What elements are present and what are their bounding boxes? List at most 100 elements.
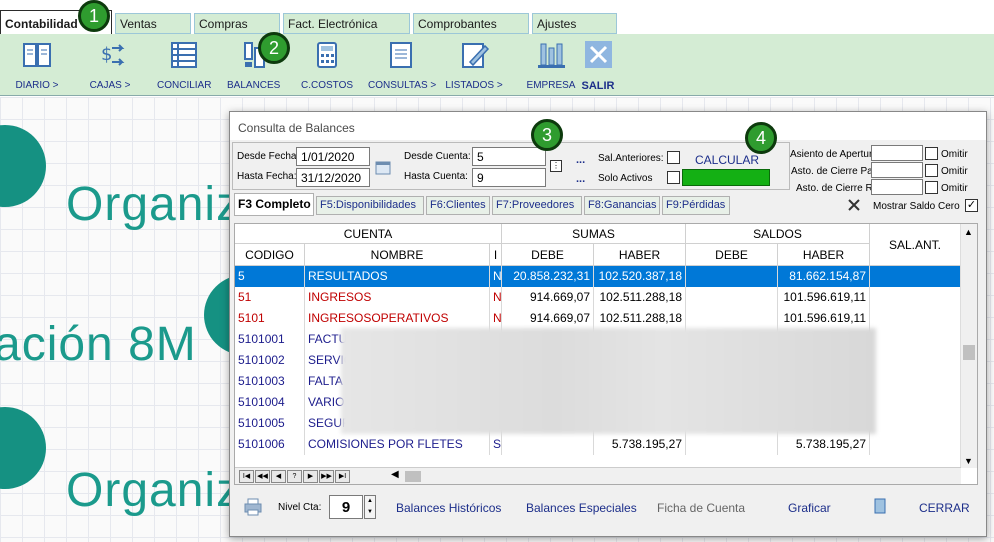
asiento-apertura-input[interactable] [871,145,923,161]
desde-cuenta-input[interactable]: 5 [472,147,546,166]
tools-icon[interactable] [847,198,861,212]
diario-label: DIARIO > [15,80,59,91]
table-row[interactable]: 51 INGRESOS N 914.669,07 102.511.288,18 101.5… [235,287,961,308]
hasta-fecha-input[interactable]: 31/12/2020 [296,168,370,187]
nav-button[interactable]: ? [287,470,302,483]
door-icon[interactable] [872,498,888,514]
tab-f9-perdidas[interactable]: F9:Pérdidas [662,196,730,215]
cell-shaber: 101.596.619,11 [778,287,870,308]
mostrar-saldo-cero-checkbox[interactable]: ✓ [965,199,978,212]
cell-codigo: 5101 [235,308,305,329]
nivel-cta-stepper[interactable]: ▲ ▼ [364,495,376,519]
background-logo-text: Organiz [66,464,242,517]
graficar-button[interactable]: Graficar [788,501,831,515]
omitir-cierre-res-checkbox[interactable] [925,181,938,194]
nav-button[interactable]: ▶ [303,470,318,483]
header-saldos: SALDOS [686,224,870,244]
balances-especiales-button[interactable]: Balances Especiales [526,501,637,515]
consultas-button[interactable]: CONSULTAS > [368,40,437,91]
tab-f3-completo[interactable]: F3 Completo [234,193,314,216]
cell-haber: 102.520.387,18 [594,266,686,287]
background-logo-text: Organiz [66,178,242,231]
logo-shape [0,125,46,207]
cell-haber: 102.511.288,18 [594,308,686,329]
solo-activos-checkbox[interactable] [667,171,680,184]
listados-button[interactable]: LISTADOS > [445,40,503,91]
calendar-icon[interactable] [375,159,391,175]
calcular-label: CALCULAR [694,153,760,167]
ccostos-button[interactable]: C.COSTOS [301,40,353,91]
column-header-nombre[interactable]: NOMBRE [305,244,490,266]
hasta-cuenta-input[interactable]: 9 [472,168,546,187]
ficha-de-cuenta-button[interactable]: Ficha de Cuenta [657,501,745,515]
scroll-down-icon[interactable]: ▼ [964,456,973,466]
omitir-cierre-patr-checkbox[interactable] [925,164,938,177]
scroll-left-icon[interactable]: ◀ [391,469,399,480]
tab-fact-electronica[interactable]: Fact. Electrónica [283,13,410,34]
listados-label: LISTADOS > [445,80,503,91]
desde-fecha-input[interactable]: 1/01/2020 [296,147,370,166]
hscroll-thumb[interactable] [405,471,421,482]
omitir-apertura-checkbox[interactable] [925,147,938,160]
consultas-label: CONSULTAS > [368,80,437,91]
nivel-cta-input[interactable]: 9 [329,495,363,519]
conciliar-button[interactable]: CONCILIAR [157,40,211,91]
tab-f5-disponibilidades[interactable]: F5:Disponibilidades [316,196,424,215]
cell-shaber: 81.662.154,87 [778,266,870,287]
nav-button[interactable]: I◀ [239,470,254,483]
column-header-codigo[interactable]: CODIGO [235,244,305,266]
column-header-saldo-debe[interactable]: DEBE [686,244,778,266]
table-row[interactable]: 5101 INGRESOSOPERATIVOS N 914.669,07 102.511… [235,308,961,329]
nav-button[interactable]: ▶I [335,470,350,483]
scroll-thumb[interactable] [963,345,975,360]
nav-button[interactable]: ▶▶ [319,470,334,483]
diario-button[interactable]: DIARIO > [14,40,60,91]
tab-f8-ganancias[interactable]: F8:Ganancias [584,196,660,215]
empresa-label: EMPRESA [526,80,576,91]
column-header-debe[interactable]: DEBE [502,244,594,266]
asto-cierre-res-input[interactable] [871,179,923,195]
column-header-saldo-haber[interactable]: HABER [778,244,870,266]
tab-f6-clientes[interactable]: F6:Clientes [426,196,490,215]
cell-salant [870,371,961,392]
step-badge-1: 1 [78,0,110,32]
table-row[interactable]: 5101006 COMISIONES POR FLETES S 5.738.195,2… [235,434,961,455]
balances-historicos-button[interactable]: Balances Históricos [396,501,501,515]
salir-button[interactable]: SALIR [580,40,616,92]
account-lookup-icon[interactable]: ⋮ [550,160,562,172]
tab-compras[interactable]: Compras [194,13,280,34]
table-row[interactable]: 5 RESULTADOS N 20.858.232,31 102.520.387,18 8… [235,266,961,287]
progress-bar [682,169,770,186]
sal-anteriores-checkbox[interactable] [667,151,680,164]
ccostos-label: C.COSTOS [301,80,354,91]
svg-text:$: $ [101,44,112,65]
calcular-button[interactable]: CALCULAR [682,148,772,188]
cell-i: N [490,308,502,329]
nav-button[interactable]: ◀ [271,470,286,483]
nav-button[interactable]: ◀◀ [255,470,270,483]
asto-cierre-patr-input[interactable] [871,162,923,178]
scroll-up-icon[interactable]: ▲ [964,227,973,237]
cell-sdebe [686,287,778,308]
vertical-scrollbar[interactable]: ▲ ▼ [960,224,977,468]
column-header-haber[interactable]: HABER [594,244,686,266]
cerrar-button[interactable]: CERRAR [919,501,970,515]
tab-ventas[interactable]: Ventas [115,13,191,34]
empresa-button[interactable]: EMPRESA [526,40,576,91]
tab-comprobantes[interactable]: Comprobantes [413,13,529,34]
building-icon [538,43,565,68]
cajas-button[interactable]: $ CAJAS > [88,40,132,91]
column-header-i[interactable]: I [490,244,502,266]
cell-nombre: INGRESOS [305,287,490,308]
tab-ajustes[interactable]: Ajustes [532,13,617,34]
consulta-balances-dialog: Consulta de Balances Desde Fecha: 1/01/2… [229,111,987,537]
printer-icon[interactable] [244,498,262,516]
cell-codigo: 5101001 [235,329,305,350]
horizontal-scrollbar[interactable]: I◀ ◀◀ ◀? ▶ ▶▶ ▶I ◀ [235,467,961,484]
tab-f7-proveedores[interactable]: F7:Proveedores [492,196,582,215]
cell-codigo: 5101006 [235,434,305,455]
cell-codigo: 5101004 [235,392,305,413]
desde-cuenta-ellipsis-button[interactable]: ... [576,154,585,166]
hasta-cuenta-ellipsis-button[interactable]: ... [576,173,585,185]
cell-i: S [490,434,502,455]
